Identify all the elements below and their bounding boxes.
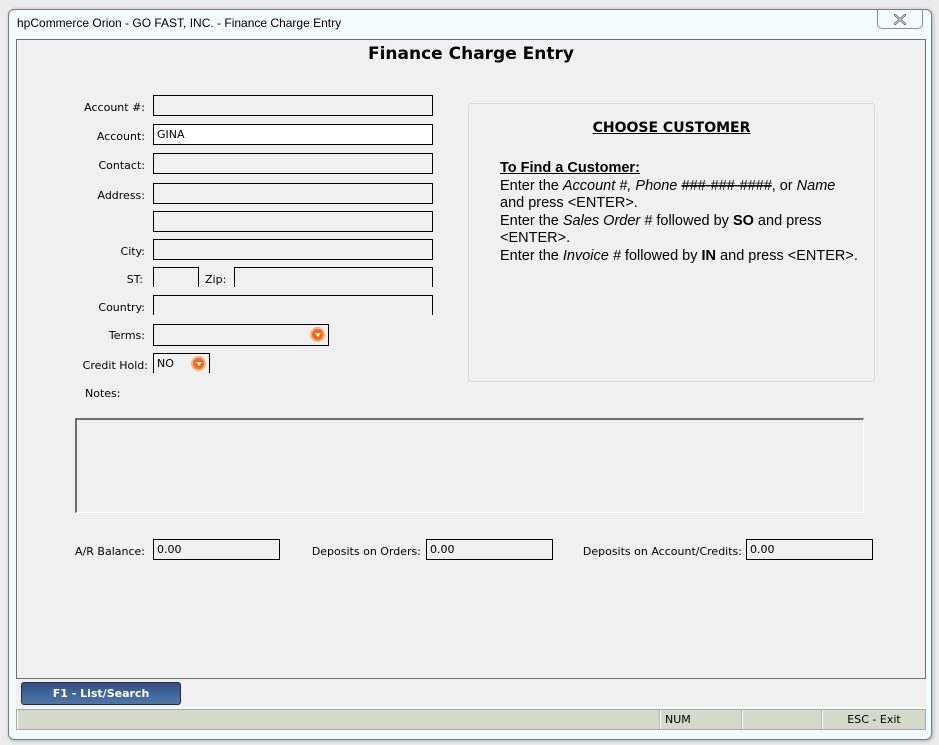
instruction-line-1: Enter the Account #, Phone ###-###-####,… [500, 177, 836, 212]
account-input[interactable]: GINA [153, 124, 433, 145]
notes-textarea[interactable] [75, 418, 864, 513]
account-number-input[interactable] [153, 95, 433, 116]
status-bar: NUM ESC - Exit [16, 709, 926, 730]
terms-label: Terms: [108, 329, 145, 342]
zip-label: Zip: [205, 273, 227, 286]
panel-instructions: To Find a Customer: Enter the Account #,… [500, 160, 860, 265]
esc-exit-button[interactable]: ESC - Exit [822, 710, 925, 729]
notes-label: Notes: [85, 387, 121, 400]
page-title: Finance Charge Entry [367, 44, 574, 64]
state-label: ST: [126, 273, 143, 286]
status-empty [742, 710, 822, 729]
app-window: hpCommerce Orion - GO FAST, INC. - Finan… [8, 9, 932, 740]
credit-hold-dropdown[interactable]: NO [153, 353, 210, 373]
address-label: Address: [97, 189, 145, 202]
ar-balance-label: A/R Balance: [75, 545, 145, 558]
panel-subtitle: To Find a Customer: [500, 160, 640, 176]
country-input[interactable] [153, 295, 433, 315]
window-title: hpCommerce Orion - GO FAST, INC. - Finan… [17, 16, 342, 30]
address-line1-input[interactable] [153, 183, 433, 204]
close-x-icon [893, 13, 907, 25]
instruction-line-2: Enter the Sales Order # followed by SO a… [500, 212, 822, 247]
zip-input[interactable] [234, 267, 433, 287]
deposits-on-orders-field: 0.00 [426, 539, 553, 560]
contact-label: Contact: [98, 159, 145, 172]
client-area: Finance Charge Entry Account #: Account:… [16, 39, 926, 707]
account-label: Account: [96, 130, 145, 143]
list-search-button[interactable]: F1 - List/Search [21, 682, 181, 705]
state-input[interactable] [153, 267, 199, 287]
ar-balance-field: 0.00 [153, 539, 280, 560]
terms-dropdown[interactable] [153, 324, 329, 346]
close-button[interactable] [877, 10, 923, 29]
instruction-line-3: Enter the Invoice # followed by IN and p… [500, 247, 858, 264]
address-line2-input[interactable] [153, 211, 433, 232]
credit-hold-label: Credit Hold: [82, 359, 148, 372]
credit-hold-value: NO [157, 357, 174, 370]
deposits-on-account-field: 0.00 [746, 539, 873, 560]
account-number-label: Account #: [84, 101, 145, 114]
choose-customer-panel: CHOOSE CUSTOMER To Find a Customer: Ente… [468, 103, 875, 382]
contact-input[interactable] [153, 153, 433, 174]
dropdown-arrow-icon[interactable] [191, 356, 206, 371]
deposits-on-orders-label: Deposits on Orders: [311, 545, 421, 558]
deposits-on-account-label: Deposits on Account/Credits: [582, 545, 742, 558]
status-message [17, 710, 660, 729]
country-label: Country: [98, 301, 145, 314]
city-input[interactable] [153, 239, 433, 260]
panel-title: CHOOSE CUSTOMER [592, 120, 751, 136]
status-num-lock: NUM [660, 710, 742, 729]
city-label: City: [120, 245, 145, 258]
dropdown-arrow-icon[interactable] [310, 327, 325, 342]
